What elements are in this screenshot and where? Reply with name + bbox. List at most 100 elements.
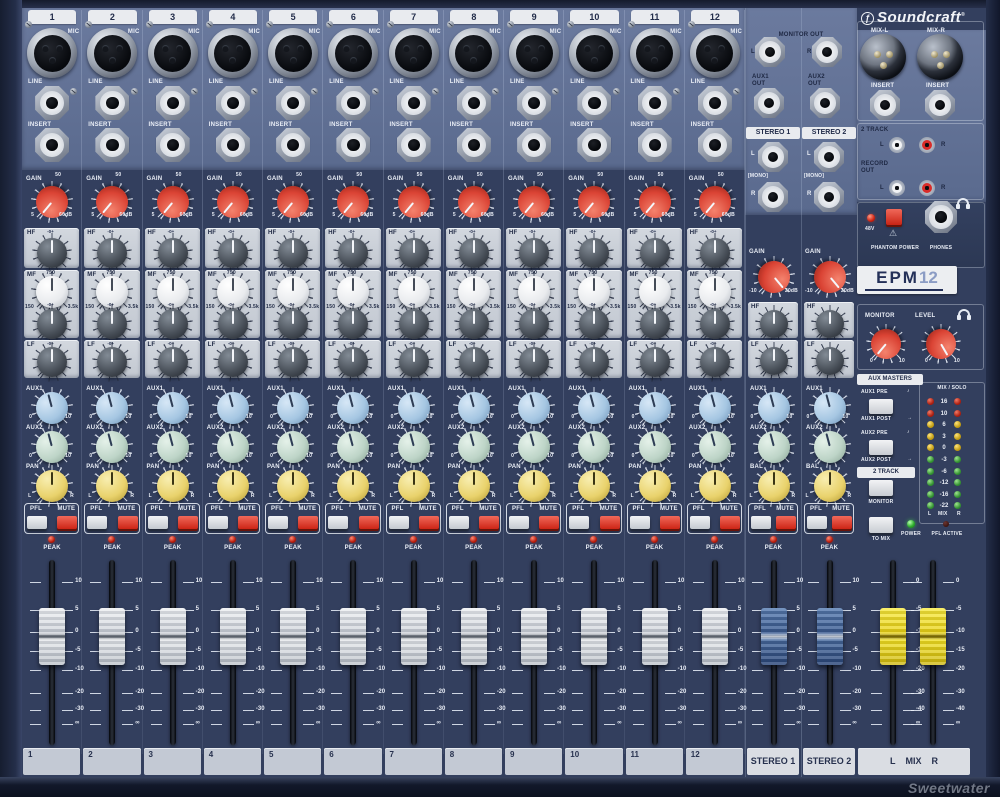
pfl-button[interactable] (328, 516, 348, 529)
mf-eq-knob[interactable] (640, 309, 670, 339)
aux1-knob[interactable] (639, 392, 671, 424)
mute-button[interactable] (57, 516, 77, 529)
aux1-knob[interactable] (699, 392, 731, 424)
mf-eq-knob[interactable] (700, 309, 730, 339)
mute-button[interactable] (118, 516, 138, 529)
balance-knob[interactable] (758, 470, 790, 502)
mute-button[interactable] (539, 516, 559, 529)
fader-cap[interactable] (761, 608, 787, 665)
aux1-knob[interactable] (337, 392, 369, 424)
hf-eq-knob[interactable] (579, 238, 609, 268)
aux2-knob[interactable] (639, 431, 671, 463)
fader-cap[interactable] (920, 608, 946, 665)
lf-eq-knob[interactable] (519, 347, 549, 377)
lf-eq-knob[interactable] (218, 347, 248, 377)
lf-eq-knob[interactable] (97, 347, 127, 377)
fader-cap[interactable] (160, 608, 186, 665)
pan-knob[interactable] (578, 470, 610, 502)
aux1-knob[interactable] (578, 392, 610, 424)
lf-eq-knob[interactable] (640, 347, 670, 377)
mf-eq-knob[interactable] (278, 309, 308, 339)
pan-knob[interactable] (36, 470, 68, 502)
hf-eq-knob[interactable] (158, 238, 188, 268)
mute-button[interactable] (776, 516, 796, 529)
mf-eq-knob[interactable] (338, 309, 368, 339)
aux1-knob[interactable] (518, 392, 550, 424)
fader-cap[interactable] (702, 608, 728, 665)
pan-knob[interactable] (337, 470, 369, 502)
aux1-knob[interactable] (96, 392, 128, 424)
fader-cap[interactable] (642, 608, 668, 665)
mf-eq-knob[interactable] (459, 309, 489, 339)
lf-eq-knob[interactable] (158, 347, 188, 377)
pfl-button[interactable] (690, 516, 710, 529)
aux1-knob[interactable] (277, 392, 309, 424)
aux1-pre-post-button[interactable] (869, 399, 893, 414)
pan-knob[interactable] (96, 470, 128, 502)
lf-eq-knob[interactable] (760, 347, 788, 375)
aux1-knob[interactable] (398, 392, 430, 424)
mf-eq-knob[interactable] (97, 309, 127, 339)
lf-eq-knob[interactable] (579, 347, 609, 377)
mute-button[interactable] (419, 516, 439, 529)
aux2-knob[interactable] (217, 431, 249, 463)
pfl-button[interactable] (87, 516, 107, 529)
aux1-knob[interactable] (814, 392, 846, 424)
pfl-button[interactable] (148, 516, 168, 529)
aux1-knob[interactable] (36, 392, 68, 424)
aux2-knob[interactable] (277, 431, 309, 463)
mute-button[interactable] (298, 516, 318, 529)
mf-eq-knob[interactable] (158, 309, 188, 339)
mute-button[interactable] (178, 516, 198, 529)
phones-level-knob[interactable] (926, 329, 956, 359)
hf-eq-knob[interactable] (218, 238, 248, 268)
pan-knob[interactable] (699, 470, 731, 502)
fader-cap[interactable] (340, 608, 366, 665)
lf-eq-knob[interactable] (399, 347, 429, 377)
fader-cap[interactable] (280, 608, 306, 665)
lf-eq-knob[interactable] (816, 347, 844, 375)
phantom-power-switch[interactable] (886, 209, 902, 225)
fader-cap[interactable] (521, 608, 547, 665)
mf-eq-knob[interactable] (37, 309, 67, 339)
mf-eq-knob[interactable] (579, 309, 609, 339)
aux2-pre-post-button[interactable] (869, 440, 893, 455)
aux2-knob[interactable] (458, 431, 490, 463)
aux2-knob[interactable] (758, 431, 790, 463)
hf-eq-knob[interactable] (278, 238, 308, 268)
pan-knob[interactable] (458, 470, 490, 502)
aux2-knob[interactable] (36, 431, 68, 463)
two-track-monitor-button[interactable] (869, 480, 893, 496)
aux1-knob[interactable] (157, 392, 189, 424)
mute-button[interactable] (832, 516, 852, 529)
pfl-button[interactable] (389, 516, 409, 529)
pan-knob[interactable] (639, 470, 671, 502)
aux2-knob[interactable] (518, 431, 550, 463)
pfl-button[interactable] (807, 516, 827, 529)
aux2-knob[interactable] (157, 431, 189, 463)
lf-eq-knob[interactable] (700, 347, 730, 377)
pfl-button[interactable] (751, 516, 771, 529)
mute-button[interactable] (479, 516, 499, 529)
mute-button[interactable] (660, 516, 680, 529)
aux2-knob[interactable] (578, 431, 610, 463)
aux2-knob[interactable] (96, 431, 128, 463)
hf-eq-knob[interactable] (459, 238, 489, 268)
lf-eq-knob[interactable] (37, 347, 67, 377)
mf-eq-knob[interactable] (399, 309, 429, 339)
lf-eq-knob[interactable] (459, 347, 489, 377)
hf-eq-knob[interactable] (97, 238, 127, 268)
mute-button[interactable] (600, 516, 620, 529)
pfl-button[interactable] (449, 516, 469, 529)
hf-eq-knob[interactable] (519, 238, 549, 268)
lf-eq-knob[interactable] (278, 347, 308, 377)
lf-eq-knob[interactable] (338, 347, 368, 377)
aux1-knob[interactable] (217, 392, 249, 424)
hf-eq-knob[interactable] (399, 238, 429, 268)
pan-knob[interactable] (518, 470, 550, 502)
mf-eq-knob[interactable] (218, 309, 248, 339)
hf-eq-knob[interactable] (816, 310, 844, 338)
mf-eq-knob[interactable] (519, 309, 549, 339)
pfl-button[interactable] (630, 516, 650, 529)
hf-eq-knob[interactable] (760, 310, 788, 338)
